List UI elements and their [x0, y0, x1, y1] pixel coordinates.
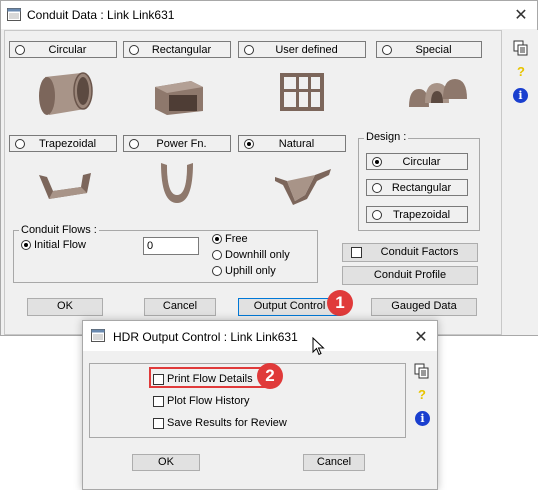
natural-channel-image	[273, 165, 333, 207]
highlight-box	[149, 367, 270, 388]
close-button[interactable]: ✕	[409, 327, 433, 347]
title-bar: HDR Output Control : Link Link631 ✕	[83, 321, 437, 351]
shape-label: Natural	[278, 137, 315, 150]
shape-natural-radio[interactable]: Natural	[238, 135, 346, 152]
shape-user-defined-radio[interactable]: User defined	[238, 41, 366, 58]
radio-indicator	[212, 250, 222, 260]
dialog-title: HDR Output Control : Link Link631	[113, 330, 298, 344]
radio-indicator	[382, 44, 392, 55]
circular-pipe-image	[35, 69, 95, 119]
info-icon[interactable]: i	[513, 88, 528, 103]
radio-indicator	[212, 266, 222, 276]
conduit-factors-checkbox	[351, 247, 362, 258]
power-fn-channel-image	[155, 159, 199, 207]
copy-icon[interactable]	[413, 363, 431, 381]
conduit-factors-button[interactable]: Conduit Factors	[342, 243, 478, 262]
help-icon[interactable]: ?	[413, 386, 431, 404]
step-marker-1: 1	[327, 290, 353, 316]
shape-power-fn-radio[interactable]: Power Fn.	[123, 135, 231, 152]
design-legend: Design :	[364, 131, 409, 143]
info-icon[interactable]: i	[415, 411, 430, 426]
shape-label: Rectangular	[151, 43, 212, 56]
shape-special-radio[interactable]: Special	[376, 41, 482, 58]
output-control-button[interactable]: Output Control	[238, 298, 341, 316]
shape-label: User defined	[275, 43, 338, 56]
radio-indicator	[212, 234, 222, 244]
gauged-data-button[interactable]: Gauged Data	[371, 298, 477, 316]
flow-option-label: Free	[225, 233, 248, 245]
radio-indicator	[372, 182, 382, 193]
ok-button[interactable]: OK	[132, 454, 200, 471]
radio-indicator	[129, 138, 139, 149]
checkbox-box	[153, 417, 164, 429]
help-icon[interactable]: ?	[512, 63, 530, 81]
cancel-button[interactable]: Cancel	[144, 298, 216, 316]
design-label: Circular	[402, 155, 441, 168]
flow-option-label: Downhill only	[225, 249, 290, 261]
flow-option-label: Uphill only	[225, 265, 276, 277]
radio-indicator	[21, 240, 31, 250]
conduit-flows-legend: Conduit Flows :	[19, 224, 99, 236]
shape-label: Circular	[48, 43, 87, 56]
plot-flow-history-checkbox[interactable]: Plot Flow History	[153, 395, 250, 407]
radio-indicator	[244, 138, 254, 149]
radio-indicator	[15, 44, 25, 55]
mouse-cursor-icon	[312, 336, 326, 357]
shape-circular-radio[interactable]: Circular	[9, 41, 117, 58]
checkbox-box	[153, 395, 164, 407]
design-rectangular-radio[interactable]: Rectangular	[366, 179, 468, 196]
copy-icon[interactable]	[512, 40, 530, 58]
special-arch-image	[407, 75, 469, 113]
shape-label: Trapezoidal	[38, 137, 97, 150]
design-circular-radio[interactable]: Circular	[366, 153, 468, 170]
output-control-dialog: HDR Output Control : Link Link631 ✕ Prin…	[82, 320, 438, 490]
option-label: Save Results for Review	[167, 417, 287, 429]
shape-rectangular-radio[interactable]: Rectangular	[123, 41, 231, 58]
step-marker-2: 2	[257, 363, 283, 389]
initial-flow-label: Initial Flow	[34, 239, 86, 251]
dialog-title: Conduit Data : Link Link631	[27, 8, 175, 22]
design-label: Rectangular	[391, 181, 452, 194]
ok-button[interactable]: OK	[27, 298, 103, 316]
save-results-checkbox[interactable]: Save Results for Review	[153, 417, 287, 429]
radio-indicator	[372, 156, 382, 167]
initial-flow-radio[interactable]: Initial Flow	[21, 239, 86, 251]
radio-indicator	[15, 138, 25, 149]
conduit-shape-panel: Circular Rectangular User defined Specia…	[4, 30, 502, 335]
user-defined-image	[278, 71, 326, 113]
app-icon	[91, 329, 105, 342]
cancel-button[interactable]: Cancel	[303, 454, 365, 471]
conduit-profile-button[interactable]: Conduit Profile	[342, 266, 478, 285]
trapezoidal-channel-image	[37, 169, 93, 205]
initial-flow-input[interactable]: 0	[143, 237, 199, 255]
shape-label: Power Fn.	[156, 137, 207, 150]
radio-indicator	[372, 209, 382, 220]
flow-uphill-radio[interactable]: Uphill only	[212, 265, 276, 277]
design-label: Trapezoidal	[392, 208, 451, 221]
conduit-data-dialog: Conduit Data : Link Link631 ✕ Circular R…	[0, 0, 538, 336]
tool-sidebar: ? i	[504, 30, 538, 335]
title-bar: Conduit Data : Link Link631 ✕	[1, 1, 537, 29]
radio-indicator	[129, 44, 139, 55]
rectangular-box-image	[151, 73, 207, 117]
conduit-factors-label: Conduit Factors	[380, 246, 459, 258]
design-trapezoidal-radio[interactable]: Trapezoidal	[366, 206, 468, 223]
flow-downhill-radio[interactable]: Downhill only	[212, 249, 290, 261]
flow-free-radio[interactable]: Free	[212, 233, 248, 245]
radio-indicator	[244, 44, 254, 55]
close-button[interactable]: ✕	[509, 5, 533, 25]
option-label: Plot Flow History	[167, 395, 250, 407]
shape-label: Special	[415, 43, 452, 56]
shape-trapezoidal-radio[interactable]: Trapezoidal	[9, 135, 117, 152]
app-icon	[7, 8, 21, 21]
